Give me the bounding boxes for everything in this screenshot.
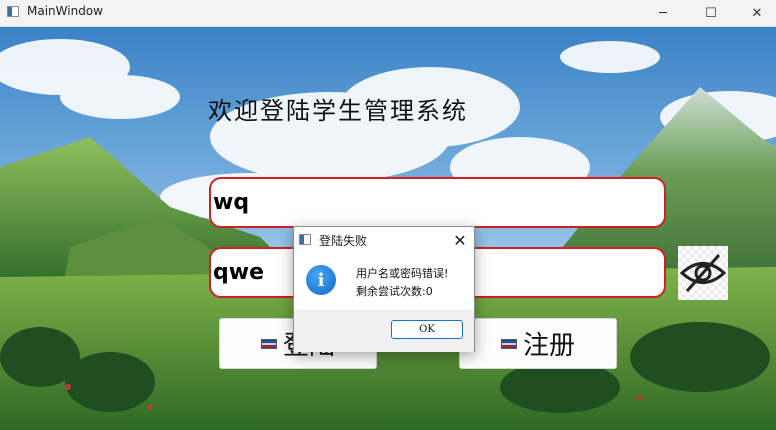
register-label: 注册 (522, 331, 575, 361)
app-icon (7, 6, 19, 17)
login-failed-dialog: 登陆失败 ✕ i 用户名或密码错误! 剩余尝试次数:0 OK (293, 226, 475, 352)
username-input[interactable] (209, 177, 666, 228)
dialog-message-line1: 用户名或密码错误! (356, 267, 449, 280)
dialog-title-bar: 登陆失败 ✕ (294, 227, 474, 253)
flag-icon (500, 338, 517, 349)
dialog-title: 登陆失败 (319, 234, 368, 248)
dialog-message-line2: 剩余尝试次数:0 (356, 285, 433, 298)
maximize-button[interactable]: ☐ (688, 0, 734, 26)
flag-icon (260, 338, 277, 349)
register-button[interactable]: 注册 (459, 318, 617, 369)
dialog-app-icon (299, 234, 311, 245)
minimize-button[interactable]: ─ (640, 0, 686, 26)
dialog-body: i 用户名或密码错误! 剩余尝试次数:0 (294, 253, 474, 310)
page-title: 欢迎登陆学生管理系统 (208, 97, 468, 125)
password-visibility-toggle[interactable] (678, 246, 728, 300)
close-button[interactable]: ✕ (734, 0, 776, 26)
ok-button[interactable]: OK (391, 320, 463, 339)
info-icon: i (306, 265, 336, 295)
window-title: MainWindow (27, 4, 103, 18)
eye-slash-icon (679, 254, 727, 292)
title-bar: MainWindow ─ ☐ ✕ (0, 0, 776, 27)
dialog-close-button[interactable]: ✕ (449, 230, 471, 250)
dialog-footer: OK (294, 310, 474, 352)
